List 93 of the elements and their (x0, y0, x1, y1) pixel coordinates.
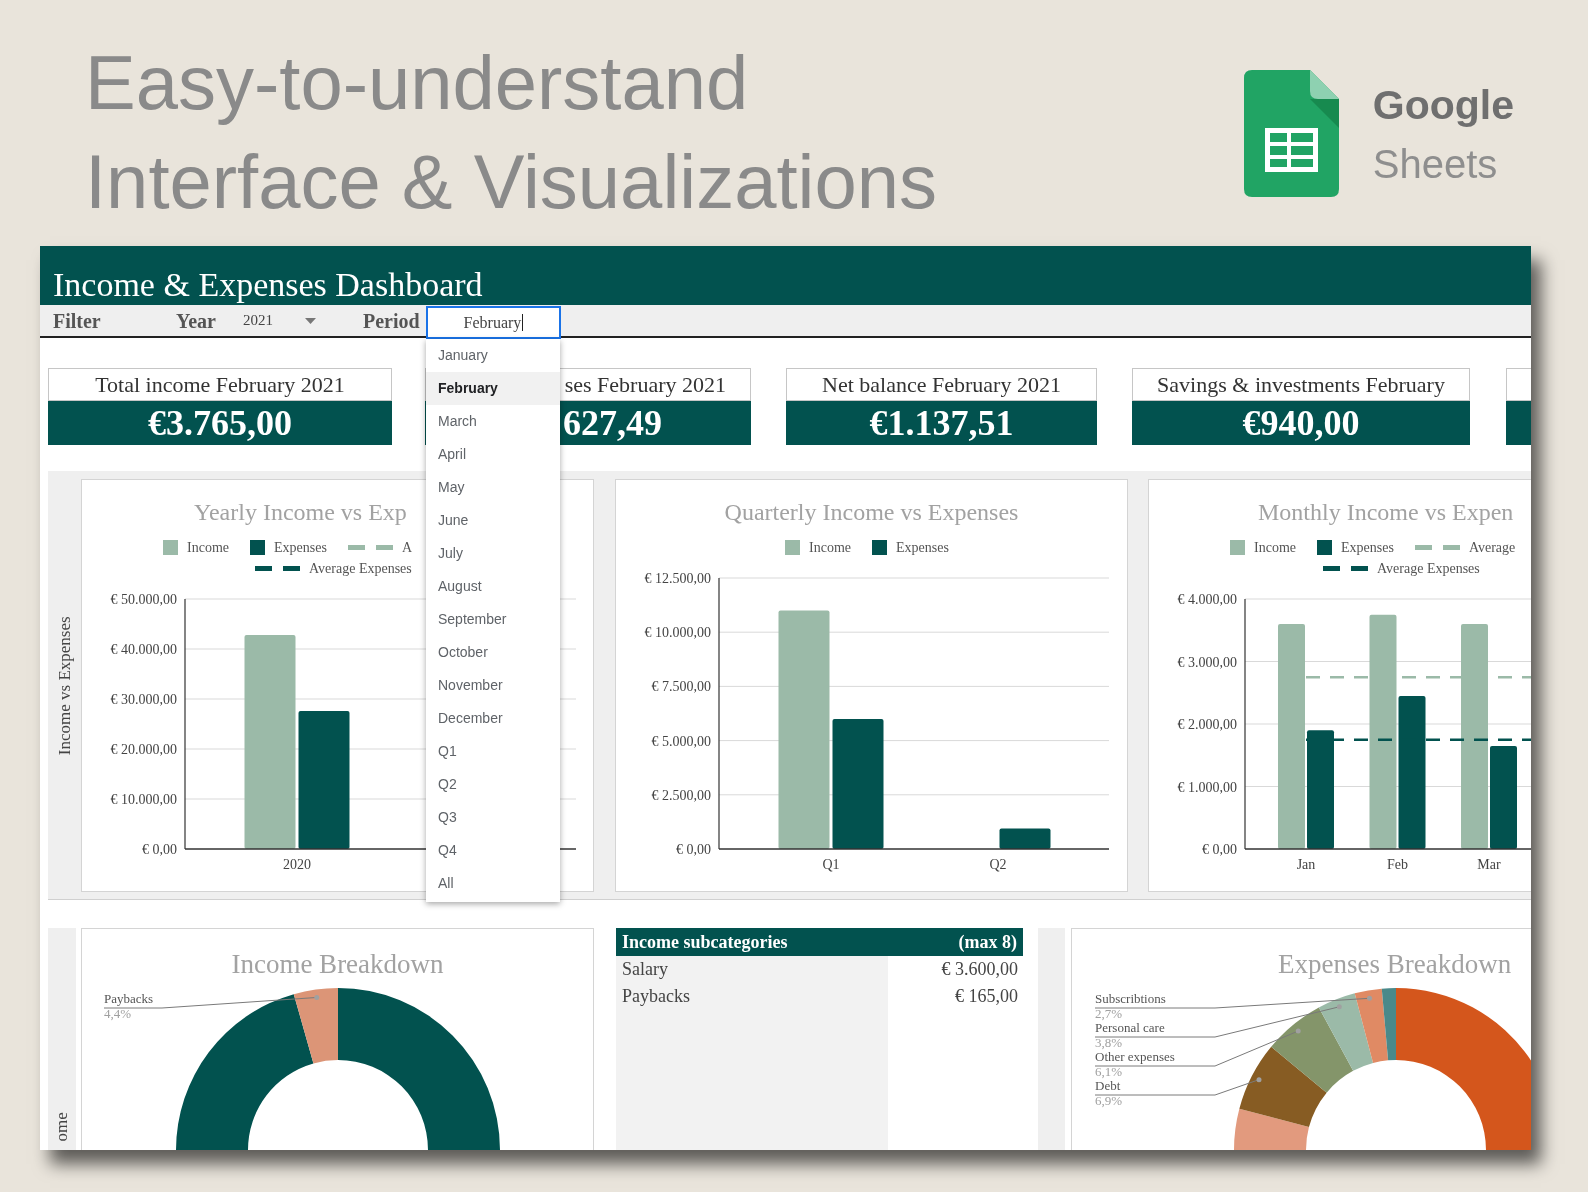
spreadsheet-icon (1243, 70, 1339, 197)
kpi-card-value: €940,00 (1132, 401, 1470, 445)
dropdown-option[interactable]: Q3 (426, 801, 560, 834)
x-axis-label: 2020 (283, 857, 311, 872)
y-axis-label: € 0,00 (142, 842, 177, 857)
y-axis-label: € 0,00 (676, 842, 711, 857)
kpi-card-title: Total income February 2021 (48, 368, 392, 401)
brand-name: Sheets (1372, 141, 1498, 188)
slice-label: Paybacks (104, 991, 154, 1006)
y-axis-label: € 10.000,00 (644, 625, 711, 641)
table-cell-text: Paybacks (621, 985, 691, 1008)
slice-percent: 3,8% (1095, 1035, 1123, 1050)
dropdown-option[interactable]: September (426, 603, 560, 636)
brand-name: Google (1372, 81, 1514, 130)
y-axis-label: € 2.000,00 (1177, 717, 1237, 732)
y-axis-label: € 0,00 (1202, 842, 1237, 857)
table-cell-text: € 165,00 (955, 985, 1018, 1008)
dropdown-option[interactable]: January (426, 339, 560, 372)
dashboard-title: Income & Expenses Dashboard (53, 267, 483, 302)
kpi-card-band (1506, 401, 1531, 445)
chart-title: Income Breakdown (231, 949, 444, 981)
dropdown-option[interactable]: All (426, 867, 560, 900)
legend-label: Income (187, 540, 229, 555)
slice-label: Personal care (1095, 1020, 1165, 1035)
dropdown-option[interactable]: Q4 (426, 834, 560, 867)
table-cell-text: Salary (621, 958, 669, 981)
slice-percent: 2,7% (1095, 1006, 1123, 1021)
field-label: Year (176, 308, 217, 334)
legend-label: Expenses (274, 540, 327, 555)
dropdown-option[interactable]: May (426, 471, 560, 504)
caret-icon (305, 317, 316, 324)
period-field[interactable]: February (426, 306, 561, 339)
dropdown-option[interactable]: February (426, 372, 560, 405)
dropdown-option[interactable]: March (426, 405, 560, 438)
x-axis-label: Q1 (822, 857, 840, 872)
y-axis-label: € 1.000,00 (1177, 779, 1237, 795)
y-axis-label: € 7.500,00 (651, 679, 711, 695)
y-axis-label: € 50.000,00 (110, 592, 177, 607)
legend-label: Income (809, 540, 851, 555)
table-note: (max 8) (958, 930, 1017, 954)
legend-label: Income (1254, 540, 1296, 555)
legend-label: Expenses (896, 540, 949, 555)
x-axis-label: Mar (1477, 857, 1501, 872)
dropdown-option[interactable]: October (426, 636, 560, 669)
field-label: Period (363, 308, 421, 334)
y-axis-label: € 12.500,00 (644, 571, 711, 586)
slice-label: Subscribtions (1095, 991, 1166, 1006)
slice-label: Debt (1095, 1078, 1121, 1093)
dropdown-option[interactable]: June (426, 504, 560, 537)
y-axis-label: € 2.500,00 (651, 787, 711, 803)
table-title: Income subcategories (622, 930, 788, 954)
chart-title: Expenses Breakdown (1278, 949, 1512, 981)
y-axis-label: € 3.000,00 (1177, 654, 1237, 670)
chart-title: Quarterly Income vs Expenses (724, 498, 1019, 527)
year-select[interactable]: 2021 (243, 305, 316, 336)
legend-label: Expenses (1341, 540, 1394, 555)
y-axis-label: € 4.000,00 (1177, 592, 1237, 607)
dropdown-option[interactable]: Q2 (426, 768, 560, 801)
legend-label: A (401, 540, 412, 555)
slice-label: Other expenses (1095, 1049, 1175, 1064)
slice-percent: 4,4% (104, 1006, 132, 1021)
slice-percent: 6,9% (1095, 1093, 1123, 1108)
dropdown-option[interactable]: November (426, 669, 560, 702)
headline: Interface & Visualizations (85, 138, 937, 226)
legend-label: Average Expenses (309, 561, 412, 576)
y-axis-label: € 10.000,00 (110, 792, 177, 807)
y-axis-label: € 5.000,00 (651, 733, 711, 749)
x-axis-label: Q2 (989, 857, 1007, 872)
y-axis-label: € 40.000,00 (110, 642, 177, 657)
kpi-card-title: Savings & investments February (1132, 368, 1470, 401)
chart-title: Monthly Income vs Expen (1258, 498, 1514, 527)
dropdown-option[interactable]: December (426, 702, 560, 735)
dropdown-option[interactable]: April (426, 438, 560, 471)
chart-title: Yearly Income vs Exp (194, 498, 407, 527)
text-cursor-icon (522, 314, 524, 331)
kpi-card-value: €1.137,51 (786, 401, 1097, 445)
kpi-card-title: Net balance February 2021 (786, 368, 1097, 401)
kpi-card-value: €3.765,00 (48, 401, 392, 445)
y-axis-label: € 30.000,00 (110, 692, 177, 707)
dropdown-option[interactable]: July (426, 537, 560, 570)
dropdown-option[interactable]: Q1 (426, 735, 560, 768)
legend-label: Average Expenses (1377, 561, 1480, 576)
headline: Easy-to-understand (85, 39, 749, 127)
slice-percent: 6,1% (1095, 1064, 1123, 1079)
x-axis-label: Feb (1387, 857, 1408, 872)
filter-label: Filter (53, 308, 102, 334)
table-cell-text: € 3.600,00 (941, 958, 1018, 981)
dropdown-option[interactable]: August (426, 570, 560, 603)
section-label: Income vs Expenses (53, 616, 75, 755)
y-axis-label: € 20.000,00 (110, 742, 177, 757)
legend-label: Average (1468, 540, 1516, 555)
section-label: ome (51, 1111, 73, 1141)
x-axis-label: Jan (1296, 857, 1316, 872)
